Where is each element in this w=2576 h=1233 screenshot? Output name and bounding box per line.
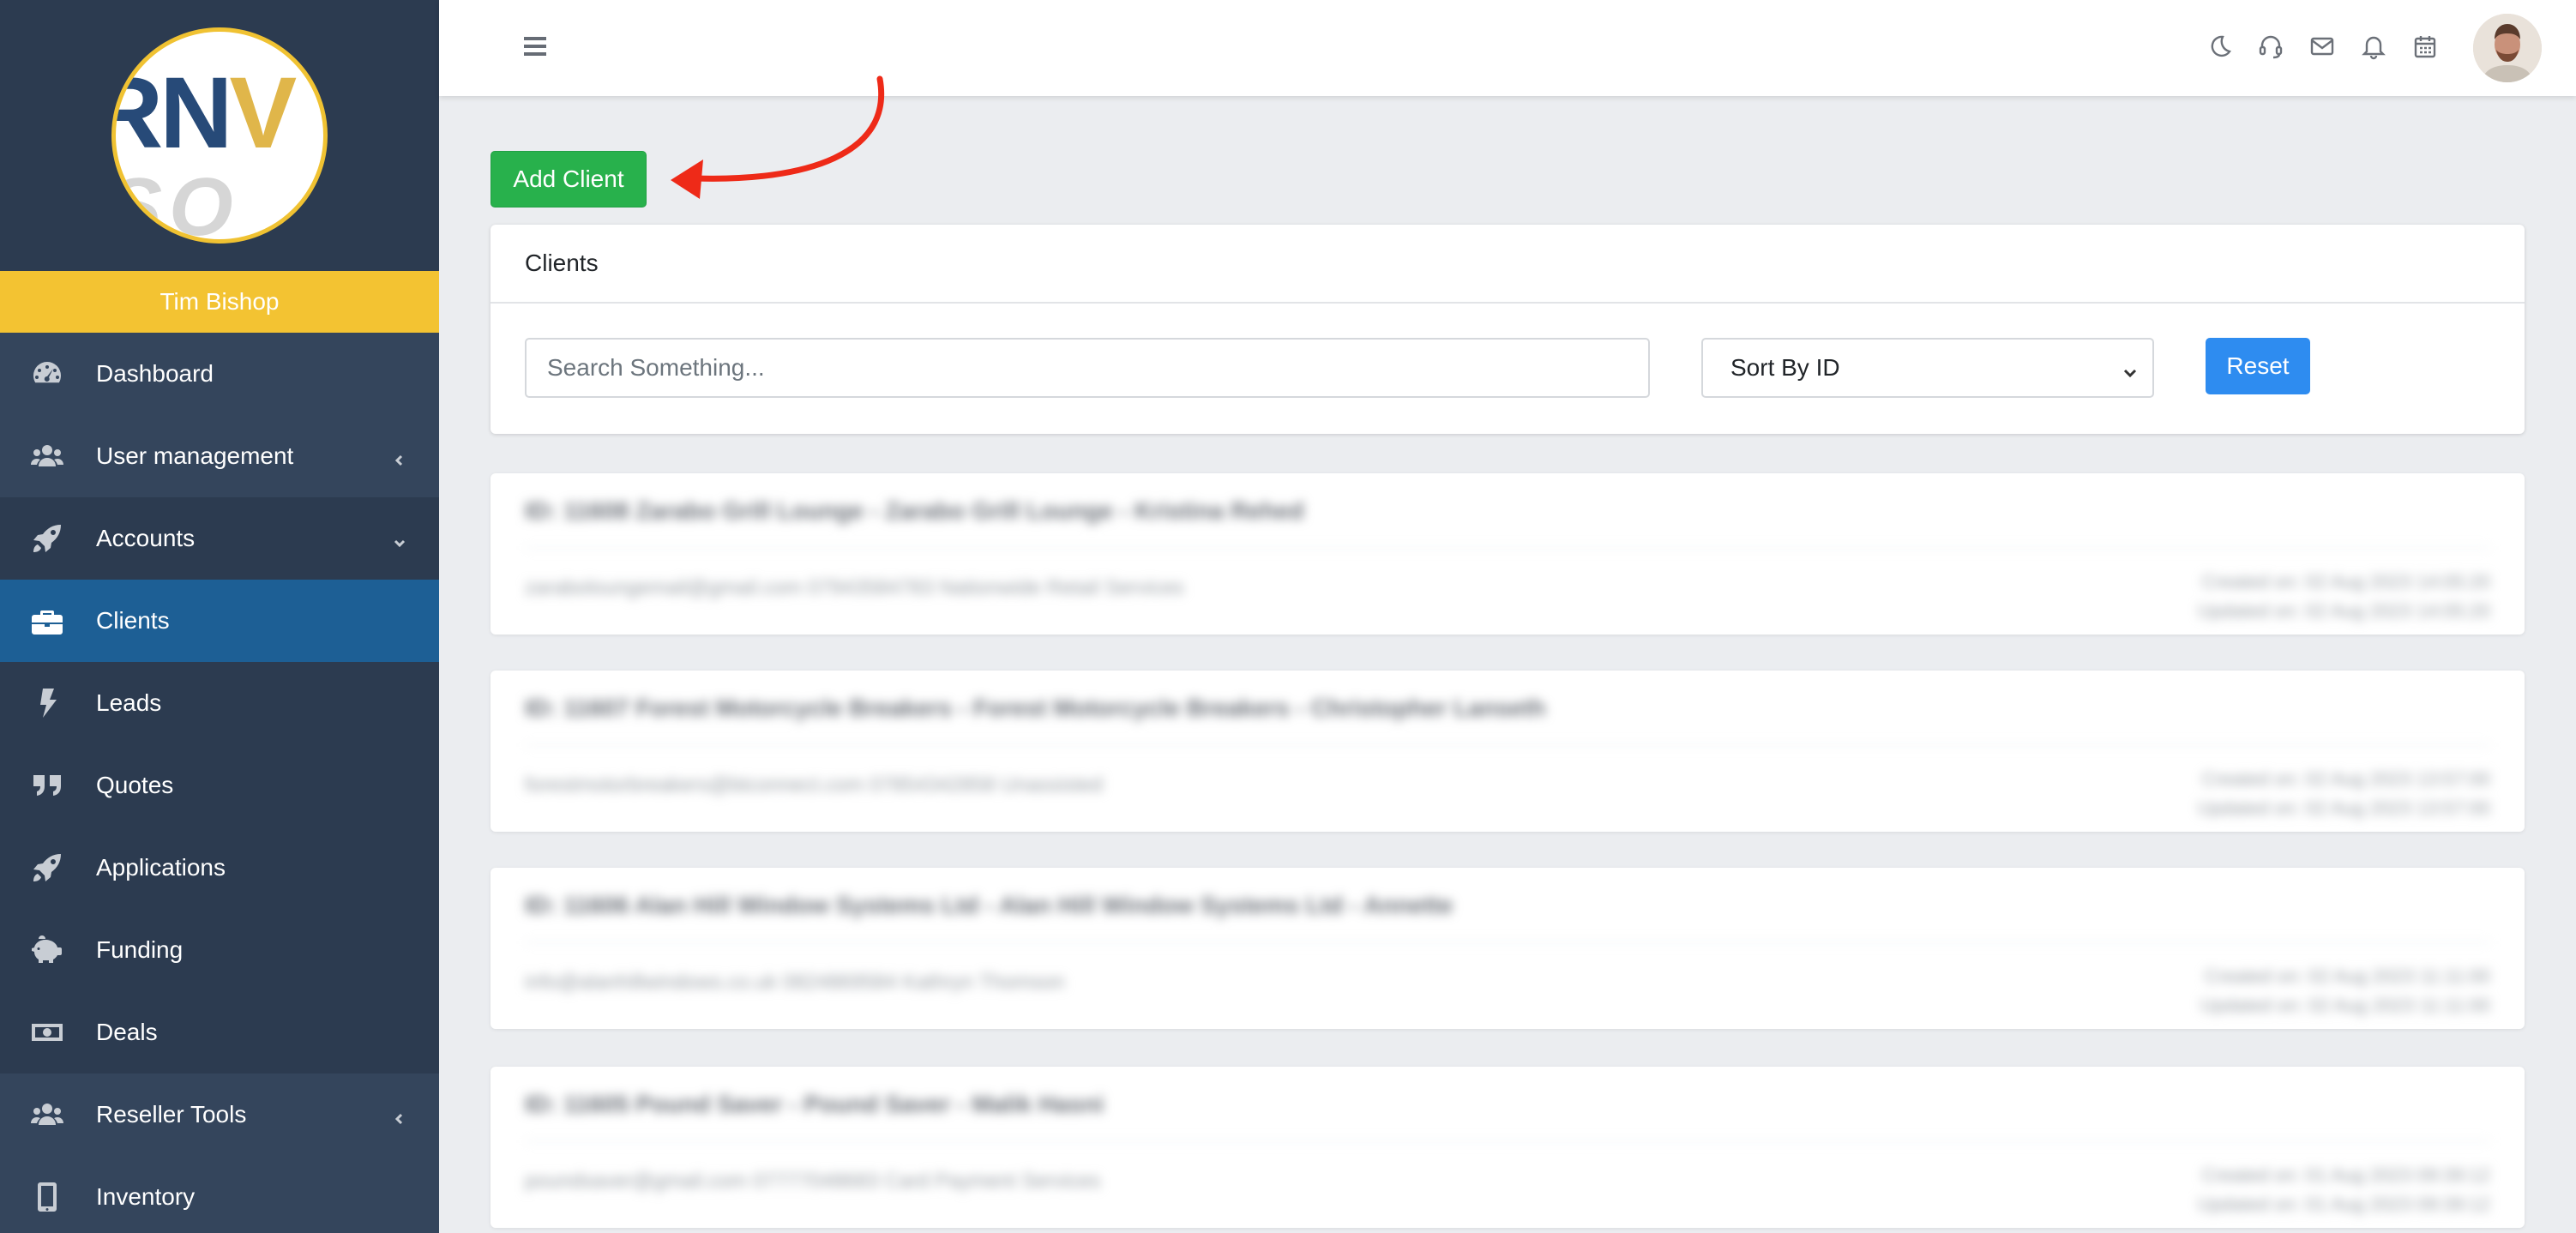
company-logo[interactable]: RNV SO bbox=[111, 27, 328, 244]
sidebar-item-label: Leads bbox=[96, 689, 162, 716]
user-name-bar[interactable]: Tim Bishop bbox=[0, 271, 439, 333]
bell-icon[interactable] bbox=[2360, 33, 2387, 60]
quote-icon bbox=[29, 767, 65, 803]
record-contacts: forestmotorbreakers@btconnect.com 078543… bbox=[525, 773, 1104, 797]
rocket-icon bbox=[29, 850, 65, 886]
sidebar-item-label: Inventory bbox=[96, 1183, 196, 1210]
users-icon bbox=[29, 438, 65, 474]
sidebar-item-label: Dashboard bbox=[96, 360, 214, 387]
record-updated: Updated on: 02 Aug 2023 11:11:00 bbox=[2200, 995, 2490, 1016]
sidebar-item-label: Reseller Tools bbox=[96, 1101, 247, 1128]
record-dates: Created on: 01 Aug 2023 09:39:12 Updated… bbox=[2198, 1161, 2490, 1219]
record-created: Created on: 02 Aug 2023 11:11:00 bbox=[2204, 965, 2490, 987]
avatar[interactable] bbox=[2473, 14, 2542, 82]
sidebar-item-inventory[interactable]: Inventory bbox=[0, 1156, 439, 1233]
sidebar-item-dashboard[interactable]: Dashboard bbox=[0, 333, 439, 415]
bolt-icon bbox=[29, 685, 65, 721]
chevron-left-icon bbox=[391, 448, 408, 466]
add-client-button[interactable]: Add Client bbox=[491, 151, 647, 208]
logo-mark: RN bbox=[116, 57, 232, 170]
logo-subtext: SO bbox=[111, 161, 240, 244]
sidebar-item-label: Funding bbox=[96, 936, 184, 963]
record-title: ID: 11607 Forest Motorcycle Breakers - F… bbox=[525, 695, 1546, 721]
record-created: Created on: 02 Aug 2023 14:05:20 bbox=[2201, 571, 2490, 592]
search-input[interactable] bbox=[525, 338, 1650, 398]
sidebar-item-funding[interactable]: Funding bbox=[0, 909, 439, 991]
gauge-icon bbox=[29, 356, 65, 392]
record-dates: Created on: 02 Aug 2023 14:05:20 Updated… bbox=[2198, 568, 2490, 626]
record-dates: Created on: 02 Aug 2023 11:11:00 Updated… bbox=[2200, 962, 2490, 1020]
piggy-bank-icon bbox=[29, 932, 65, 968]
sidebar: RNV SO Tim Bishop Dashboard User managem… bbox=[0, 0, 439, 1233]
sidebar-item-label: Applications bbox=[96, 854, 226, 881]
record-contacts: info@alanhillwindows.co.uk 0824869584 Ka… bbox=[525, 971, 1065, 994]
sidebar-item-label: Deals bbox=[96, 1019, 158, 1045]
record-updated: Updated on: 02 Aug 2023 13:57:00 bbox=[2197, 797, 2490, 819]
record-contacts: poundsaver@gmail.com 07777048683 Card Pa… bbox=[525, 1170, 1101, 1193]
calendar-icon[interactable] bbox=[2411, 33, 2439, 60]
sidebar-nav: Dashboard User management Accounts Clien… bbox=[0, 333, 439, 1233]
record-created: Created on: 01 Aug 2023 09:39:12 bbox=[2201, 1164, 2490, 1186]
hamburger-menu-icon[interactable] bbox=[521, 33, 549, 60]
sidebar-item-label: Accounts bbox=[96, 525, 196, 551]
sort-select[interactable]: Sort By ID bbox=[1701, 338, 2154, 398]
sidebar-item-leads[interactable]: Leads bbox=[0, 662, 439, 744]
sidebar-item-user-management[interactable]: User management bbox=[0, 415, 439, 497]
sidebar-item-applications[interactable]: Applications bbox=[0, 827, 439, 909]
user-name: Tim Bishop bbox=[159, 288, 280, 315]
record-updated: Updated on: 02 Aug 2023 14:05:20 bbox=[2197, 600, 2490, 622]
sidebar-item-label: User management bbox=[96, 442, 294, 469]
record-updated: Updated on: 01 Aug 2023 09:39:12 bbox=[2197, 1194, 2490, 1215]
sidebar-item-clients[interactable]: Clients bbox=[0, 580, 439, 662]
envelope-icon[interactable] bbox=[2308, 33, 2336, 60]
sidebar-item-label: Quotes bbox=[96, 772, 174, 798]
brand: RNV SO bbox=[0, 0, 439, 271]
clients-card-title: Clients bbox=[491, 225, 2525, 304]
sidebar-item-label: Clients bbox=[96, 607, 170, 634]
users-icon bbox=[29, 1097, 65, 1133]
client-record[interactable]: ID: 11606 Alan Hill Window Systems Ltd -… bbox=[491, 868, 2525, 1029]
sort-select-value: Sort By ID bbox=[1730, 354, 1840, 381]
chevron-down-icon bbox=[2122, 360, 2139, 378]
record-divider bbox=[525, 744, 2490, 746]
chevron-down-icon bbox=[391, 530, 408, 548]
record-dates: Created on: 02 Aug 2023 13:57:00 Updated… bbox=[2198, 765, 2490, 823]
record-divider bbox=[525, 1140, 2490, 1142]
logo-letters: RNV bbox=[116, 63, 297, 164]
rocket-icon bbox=[29, 520, 65, 556]
record-divider bbox=[525, 547, 2490, 549]
sidebar-item-accounts[interactable]: Accounts bbox=[0, 497, 439, 580]
chevron-left-icon bbox=[391, 1106, 408, 1125]
clients-card: Clients Sort By ID Reset bbox=[491, 225, 2525, 434]
record-created: Created on: 02 Aug 2023 13:57:00 bbox=[2201, 768, 2490, 790]
client-record[interactable]: ID: 11605 Pound Saver - Pound Saver - Ma… bbox=[491, 1067, 2525, 1228]
client-record[interactable]: ID: 11608 Zarabo Grill Lounge - Zarabo G… bbox=[491, 473, 2525, 635]
sidebar-item-reseller-tools[interactable]: Reseller Tools bbox=[0, 1074, 439, 1156]
record-divider bbox=[525, 941, 2490, 943]
record-title: ID: 11608 Zarabo Grill Lounge - Zarabo G… bbox=[525, 497, 1304, 524]
record-contacts: zaraboloungemail@gmail.com 07943584783 N… bbox=[525, 576, 1184, 599]
reset-button[interactable]: Reset bbox=[2206, 338, 2310, 394]
annotation-arrow bbox=[671, 75, 885, 199]
client-record[interactable]: ID: 11607 Forest Motorcycle Breakers - F… bbox=[491, 671, 2525, 832]
topbar-icons bbox=[2206, 33, 2439, 60]
sidebar-item-deals[interactable]: Deals bbox=[0, 991, 439, 1074]
mobile-icon bbox=[29, 1179, 65, 1215]
record-title: ID: 11605 Pound Saver - Pound Saver - Ma… bbox=[525, 1091, 1104, 1117]
money-icon bbox=[29, 1014, 65, 1050]
headset-icon[interactable] bbox=[2257, 33, 2284, 60]
record-title: ID: 11606 Alan Hill Window Systems Ltd -… bbox=[525, 892, 1454, 918]
briefcase-icon bbox=[29, 603, 65, 639]
moon-icon[interactable] bbox=[2206, 33, 2233, 60]
sidebar-item-quotes[interactable]: Quotes bbox=[0, 744, 439, 827]
